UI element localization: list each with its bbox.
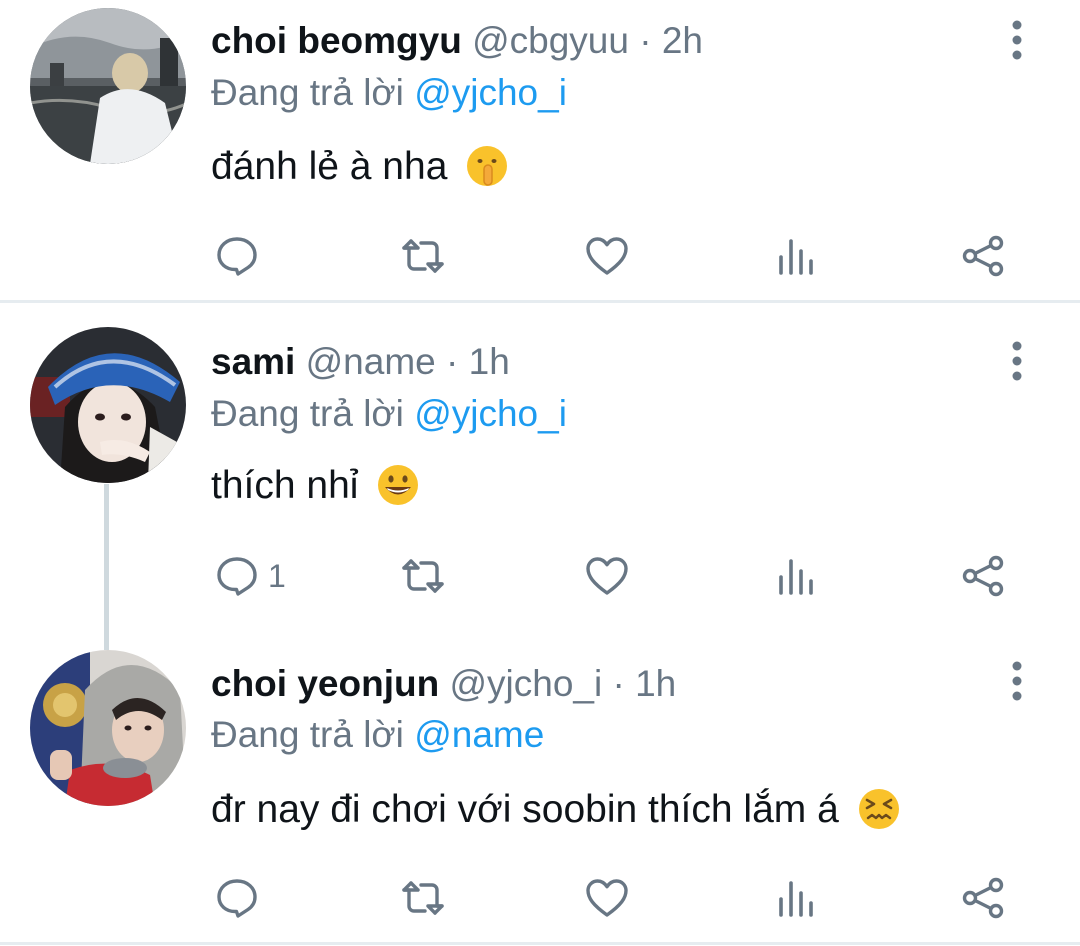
tweet-actions: [0, 231, 1080, 281]
analytics-icon: [779, 239, 813, 275]
avatar-image: [30, 327, 186, 483]
like-button[interactable]: [584, 873, 630, 923]
tweet-header: sami @name · 1h: [211, 340, 510, 384]
retweet-button[interactable]: [400, 231, 446, 281]
analytics-icon: [779, 559, 813, 595]
retweet-icon: [402, 559, 444, 593]
grinning-face-icon: [378, 464, 419, 505]
replying-mention[interactable]: @name: [414, 714, 544, 755]
divider: [0, 942, 1080, 945]
tweet-text: đr nay đi chơi với soobin thích lắm á: [211, 786, 902, 835]
display-name[interactable]: sami: [211, 341, 295, 382]
replying-to: Đang trả lời @yjcho_i: [211, 71, 567, 115]
shushing-face-icon: [467, 145, 508, 186]
retweet-button[interactable]: [400, 551, 446, 601]
avatar[interactable]: [30, 650, 186, 806]
tweet-text-body: thích nhỉ: [211, 464, 359, 507]
avatar[interactable]: [30, 8, 186, 164]
avatar[interactable]: [30, 327, 186, 483]
analytics-button[interactable]: [773, 231, 819, 281]
avatar-image: [30, 650, 186, 806]
replying-label: Đang trả lời: [211, 72, 415, 113]
replying-label: Đang trả lời: [211, 714, 415, 755]
like-icon: [586, 879, 628, 917]
replying-to: Đang trả lời @name: [211, 713, 544, 757]
share-icon: [962, 555, 1004, 597]
display-name[interactable]: choi yeonjun: [211, 663, 439, 704]
avatar-image: [30, 8, 186, 164]
reply-icon: [217, 237, 257, 276]
like-icon: [586, 557, 628, 595]
more-options-icon[interactable]: [1000, 658, 1034, 704]
share-icon: [962, 877, 1004, 919]
reply-icon: [217, 879, 257, 918]
analytics-button[interactable]: [773, 551, 819, 601]
reply-button[interactable]: 1: [214, 551, 286, 601]
reply-button[interactable]: [214, 873, 268, 923]
tweet-text-body: đr nay đi chơi với soobin thích lắm á: [211, 788, 839, 831]
handle-time: @name · 1h: [305, 341, 510, 382]
reply-icon: [217, 557, 257, 596]
tweet-actions: [0, 873, 1080, 923]
more-options-icon[interactable]: [1000, 17, 1034, 63]
tweet-actions: 1: [0, 551, 1080, 601]
tweet-header: choi beomgyu @cbgyuu · 2h: [211, 19, 703, 63]
like-button[interactable]: [584, 231, 630, 281]
analytics-icon: [779, 881, 813, 917]
reply-count: 1: [268, 557, 286, 594]
tweet-1[interactable]: choi beomgyu @cbgyuu · 2h Đang trả lời @…: [0, 0, 1080, 300]
more-options-icon[interactable]: [1000, 338, 1034, 384]
replying-mention[interactable]: @yjcho_i: [414, 72, 567, 113]
share-button[interactable]: [960, 873, 1006, 923]
replying-label: Đang trả lời: [211, 393, 415, 434]
retweet-icon: [402, 881, 444, 915]
share-icon: [962, 235, 1004, 277]
confounded-face-icon: [858, 788, 899, 829]
handle-time: @cbgyuu · 2h: [472, 20, 704, 61]
replying-mention[interactable]: @yjcho_i: [414, 393, 567, 434]
tweet-text: thích nhỉ: [211, 462, 421, 511]
reply-button[interactable]: [214, 231, 268, 281]
like-icon: [586, 237, 628, 275]
tweet-header: choi yeonjun @yjcho_i · 1h: [211, 662, 676, 706]
tweet-text: đánh lẻ à nha: [211, 143, 510, 192]
share-button[interactable]: [960, 231, 1006, 281]
display-name[interactable]: choi beomgyu: [211, 20, 462, 61]
handle-time: @yjcho_i · 1h: [449, 663, 677, 704]
share-button[interactable]: [960, 551, 1006, 601]
analytics-button[interactable]: [773, 873, 819, 923]
retweet-icon: [402, 239, 444, 273]
tweet-3[interactable]: choi yeonjun @yjcho_i · 1h Đang trả lời …: [0, 633, 1080, 943]
tweet-text-body: đánh lẻ à nha: [211, 145, 448, 188]
tweet-2[interactable]: sami @name · 1h Đang trả lời @yjcho_i th…: [0, 303, 1080, 633]
like-button[interactable]: [584, 551, 630, 601]
replying-to: Đang trả lời @yjcho_i: [211, 392, 567, 436]
retweet-button[interactable]: [400, 873, 446, 923]
